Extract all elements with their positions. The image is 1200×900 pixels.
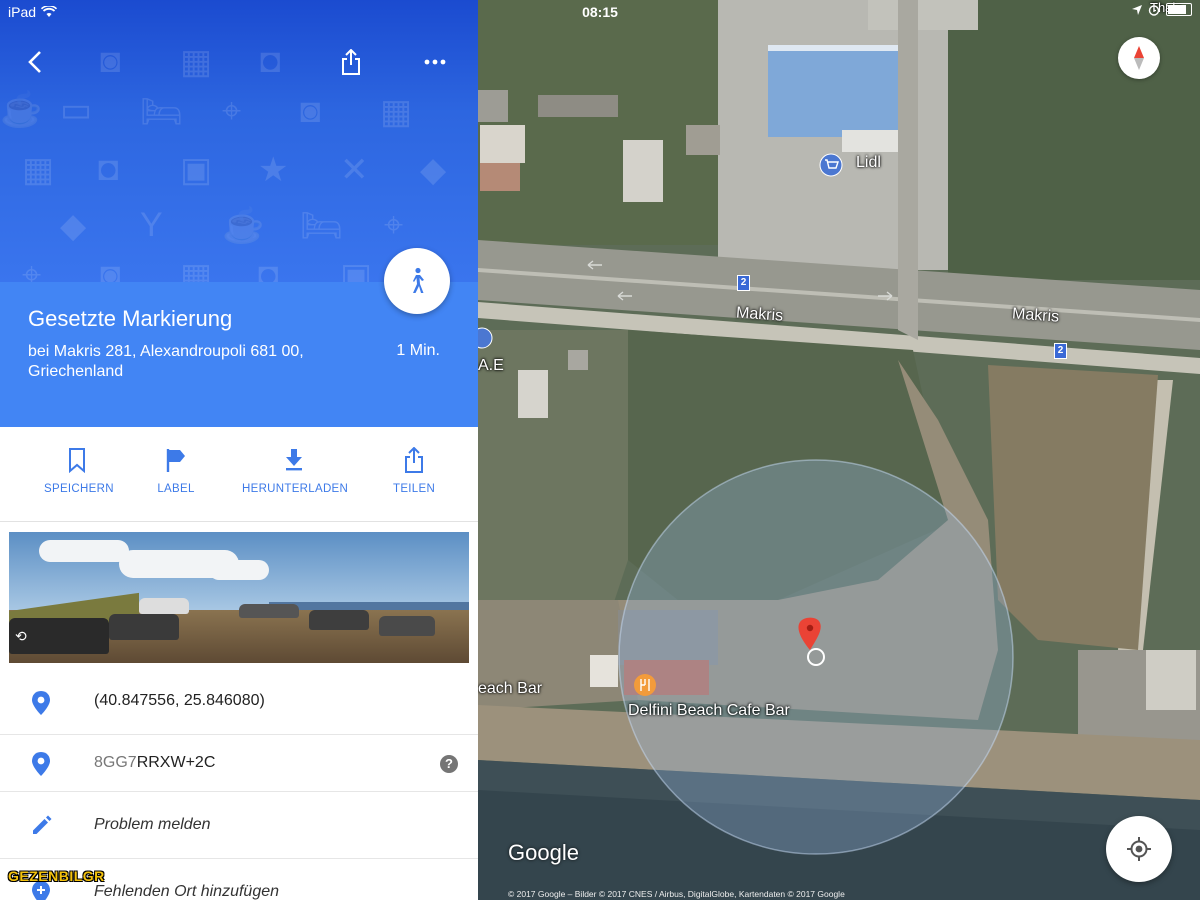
flag-icon <box>166 449 185 472</box>
status-bar: iPad 08:15 <box>0 0 1200 24</box>
photo-cloud <box>39 540 129 562</box>
photo-car <box>239 604 299 618</box>
plus-code-row[interactable]: 8GG7RRXW+2C ? <box>0 734 478 792</box>
alarm-icon <box>1148 4 1160 16</box>
watermark-logo: GEZENBILGR <box>8 868 105 884</box>
add-missing-place-text: Fehlenden Ort hinzufügen <box>94 883 280 900</box>
photo-car <box>379 616 435 636</box>
chevron-left-icon <box>28 51 41 73</box>
share-label: TEILEN <box>393 483 436 495</box>
action-bar: SPEICHERN LABEL HERUNTERLADEN TEILEN <box>0 427 478 522</box>
road-shield: 2 <box>1054 343 1067 359</box>
coordinates-text: (40.847556, 25.846080) <box>94 692 265 709</box>
download-button[interactable]: HERUNTERLADEN <box>242 447 349 495</box>
pencil-icon <box>33 815 52 834</box>
more-options-button[interactable] <box>417 44 453 80</box>
compass-icon <box>1134 46 1144 70</box>
help-icon[interactable]: ? <box>440 755 458 773</box>
travel-time: 1 Min. <box>396 342 440 359</box>
photo-car <box>139 598 189 614</box>
walking-directions-button[interactable] <box>384 248 450 314</box>
share-button[interactable]: TEILEN <box>393 447 435 495</box>
label-label: LABEL <box>157 483 195 495</box>
satellite-map[interactable]: Lidl Makris Makris 2 2 Delfini Beach Caf… <box>478 0 1200 900</box>
share-top-button[interactable] <box>333 44 369 80</box>
road-label: Makris <box>735 304 784 325</box>
download-icon <box>286 449 302 471</box>
save-label: SPEICHERN <box>44 483 114 495</box>
photo-car <box>309 610 369 630</box>
photo-car <box>109 614 179 640</box>
location-pin-icon <box>32 691 50 715</box>
download-label: HERUNTERLADEN <box>242 483 349 495</box>
report-problem-text: Problem melden <box>94 816 211 833</box>
photo-cloud <box>209 560 269 580</box>
plus-code-text: 8GG7RRXW+2C <box>94 754 215 772</box>
my-location-button[interactable] <box>1106 816 1172 882</box>
location-arrow-icon <box>1132 4 1142 15</box>
road-shield: 2 <box>737 275 750 291</box>
road-label: Makris <box>1011 305 1060 326</box>
place-address: bei Makris 281, Alexandroupoli 681 00, G… <box>28 343 304 380</box>
label-button[interactable]: LABEL <box>152 447 200 495</box>
report-problem-row[interactable]: Problem melden <box>0 791 478 859</box>
store-label: Lidl <box>856 154 881 171</box>
compass-button[interactable] <box>1118 37 1160 79</box>
battery-icon <box>1166 3 1192 16</box>
google-logo: Google <box>508 840 579 865</box>
coordinates-row[interactable]: (40.847556, 25.846080) <box>0 670 478 735</box>
status-time: 08:15 <box>582 4 618 20</box>
walking-person-icon <box>413 267 424 293</box>
share-icon <box>405 447 423 473</box>
location-pin-icon <box>32 752 50 776</box>
bookmark-icon <box>69 448 85 473</box>
map-attribution[interactable]: © 2017 Google – Bilder © 2017 CNES / Air… <box>508 889 845 899</box>
plus-code-suffix: RRXW+2C <box>136 754 216 771</box>
poi-label: Delfini Beach Cafe Bar <box>628 702 790 719</box>
place-panel: ☕ ▭ 🛏 ⌖ ◙ ▦ ▦ ◘ ▣ ★ ✕ ◆ ◆ Y ☕ 🛏 ⌖ ⌖ ◙ ▦ … <box>0 0 478 900</box>
share-icon <box>342 49 360 75</box>
place-header-banner: ☕ ▭ 🛏 ⌖ ◙ ▦ ▦ ◘ ▣ ★ ✕ ◆ ◆ Y ☕ 🛏 ⌖ ⌖ ◙ ▦ … <box>0 0 478 282</box>
more-horizontal-icon <box>424 59 446 65</box>
crosshair-icon <box>1127 837 1151 861</box>
satellite-imagery <box>478 0 1200 900</box>
poi-label-partial: A.E <box>478 357 504 374</box>
place-title: Gesetzte Markierung <box>28 306 233 331</box>
poi-label-partial: each Bar <box>478 680 543 697</box>
plus-code-prefix: 8GG7 <box>94 754 137 771</box>
street-view-rotate-icon: ⟲ <box>15 628 27 644</box>
status-right <box>1132 3 1192 16</box>
back-button[interactable] <box>17 44 53 80</box>
save-button[interactable]: SPEICHERN <box>44 447 113 495</box>
street-view-photo[interactable]: ⟲ <box>9 532 469 663</box>
